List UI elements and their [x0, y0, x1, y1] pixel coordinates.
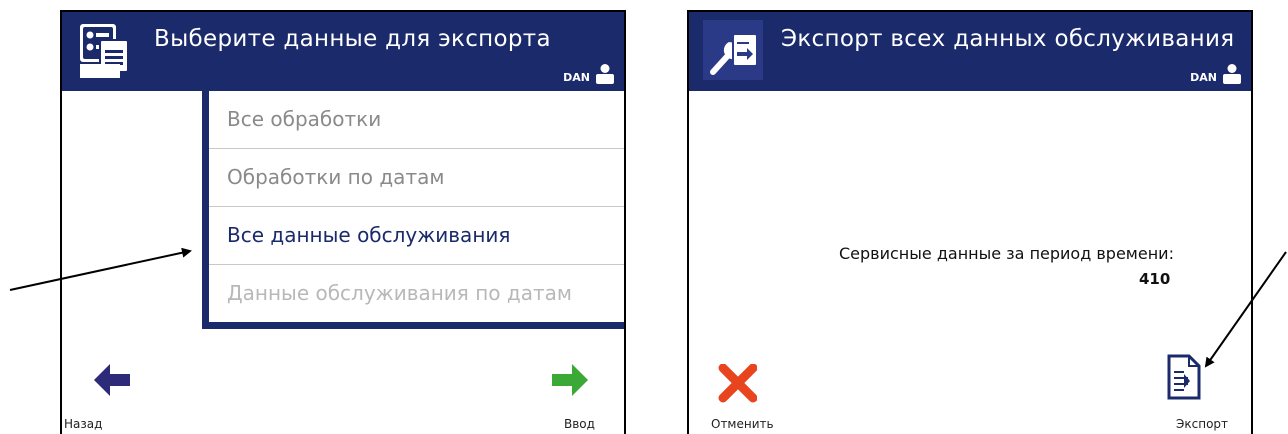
back-button[interactable] [90, 362, 132, 398]
export-data-icon [80, 24, 129, 78]
export-selection-screen: Выберите данные для экспорта DAN Все обр… [60, 10, 626, 434]
user-icon [596, 64, 614, 84]
user-name: DAN [563, 71, 590, 84]
user-name: DAN [1190, 71, 1217, 84]
menu-item-all-treatments[interactable]: Все обработки [209, 91, 624, 149]
screen-header: Выберите данные для экспорта DAN [62, 12, 624, 91]
export-button-label: Экспорт [1176, 417, 1229, 431]
service-data-count: 410 [1139, 270, 1171, 288]
menu-item-service-data-by-date: Данные обслуживания по датам [227, 281, 572, 305]
page-title: Экспорт всех данных обслуживания [781, 26, 1235, 52]
menu-item-all-service-data[interactable]: Все данные обслуживания [209, 207, 624, 265]
user-badge: DAN [1190, 64, 1241, 84]
service-data-label: Сервисные данные за период времени: [839, 244, 1174, 263]
user-icon [1223, 64, 1241, 84]
arrow-right-icon [552, 364, 588, 396]
screen-header: Экспорт всех данных обслуживания DAN [689, 12, 1251, 91]
export-options-menu: Все обработки Обработки по датам Все дан… [202, 91, 624, 329]
document-export-icon [1167, 354, 1201, 400]
back-button-label: Назад [64, 417, 103, 431]
wrench-document-icon [703, 20, 763, 80]
menu-item-treatments-by-date[interactable]: Обработки по датам [209, 149, 624, 207]
enter-button[interactable] [550, 362, 592, 398]
x-icon [718, 364, 757, 403]
export-service-data-screen: Экспорт всех данных обслуживания DAN Сер… [687, 10, 1253, 434]
user-badge: DAN [563, 64, 614, 84]
export-button[interactable] [1167, 354, 1201, 400]
arrow-left-icon [94, 364, 130, 396]
cancel-button[interactable] [717, 364, 757, 404]
cancel-button-label: Отменить [711, 417, 774, 431]
page-title: Выберите данные для экспорта [154, 26, 551, 52]
enter-button-label: Ввод [564, 417, 595, 431]
